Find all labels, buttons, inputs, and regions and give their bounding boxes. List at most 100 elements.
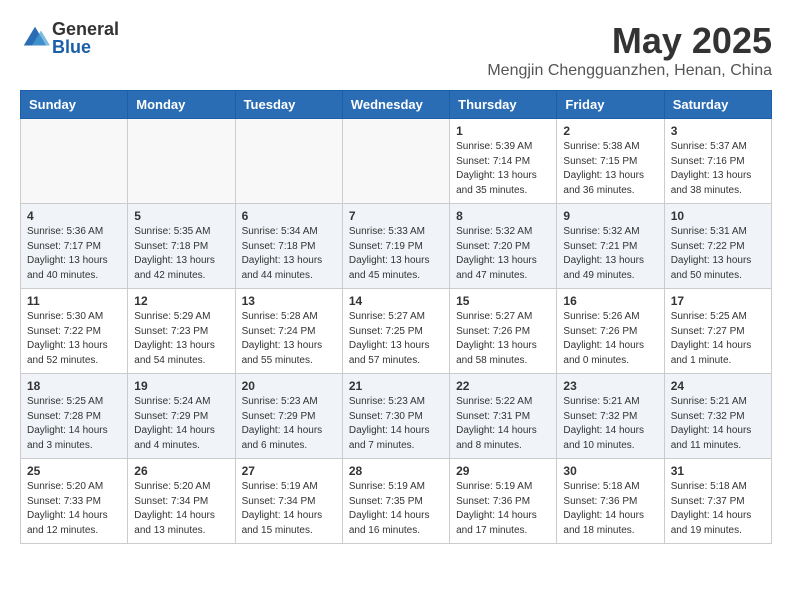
day-header-monday: Monday bbox=[128, 91, 235, 119]
day-cell: 10Sunrise: 5:31 AMSunset: 7:22 PMDayligh… bbox=[664, 204, 771, 289]
day-number: 9 bbox=[563, 209, 657, 223]
day-info: Sunrise: 5:18 AMSunset: 7:37 PMDaylight:… bbox=[671, 480, 765, 538]
day-info: Sunrise: 5:25 AMSunset: 7:28 PMDaylight:… bbox=[27, 395, 121, 453]
day-header-sunday: Sunday bbox=[21, 91, 128, 119]
day-cell bbox=[342, 119, 449, 204]
day-header-wednesday: Wednesday bbox=[342, 91, 449, 119]
day-number: 11 bbox=[27, 294, 121, 308]
day-cell bbox=[21, 119, 128, 204]
day-header-row: SundayMondayTuesdayWednesdayThursdayFrid… bbox=[21, 91, 772, 119]
day-cell: 20Sunrise: 5:23 AMSunset: 7:29 PMDayligh… bbox=[235, 374, 342, 459]
day-number: 7 bbox=[349, 209, 443, 223]
day-info: Sunrise: 5:26 AMSunset: 7:26 PMDaylight:… bbox=[563, 310, 657, 368]
day-cell: 13Sunrise: 5:28 AMSunset: 7:24 PMDayligh… bbox=[235, 289, 342, 374]
day-cell: 9 Sunrise: 5:32 AMSunset: 7:21 PMDaylight… bbox=[557, 204, 664, 289]
calendar-subtitle: Mengjin Chengguanzhen, Henan, China bbox=[487, 62, 772, 80]
week-row-1: 1 Sunrise: 5:39 AMSunset: 7:14 PMDaylight… bbox=[21, 119, 772, 204]
day-cell: 28Sunrise: 5:19 AMSunset: 7:35 PMDayligh… bbox=[342, 459, 449, 544]
day-number: 31 bbox=[671, 464, 765, 478]
day-number: 2 bbox=[563, 124, 657, 138]
day-info: Sunrise: 5:36 AMSunset: 7:17 PMDaylight:… bbox=[27, 225, 121, 283]
day-number: 12 bbox=[134, 294, 228, 308]
day-header-saturday: Saturday bbox=[664, 91, 771, 119]
day-cell: 5 Sunrise: 5:35 AMSunset: 7:18 PMDaylight… bbox=[128, 204, 235, 289]
day-number: 10 bbox=[671, 209, 765, 223]
calendar-body: 1 Sunrise: 5:39 AMSunset: 7:14 PMDaylight… bbox=[21, 119, 772, 544]
day-number: 30 bbox=[563, 464, 657, 478]
day-number: 21 bbox=[349, 379, 443, 393]
day-number: 14 bbox=[349, 294, 443, 308]
day-cell: 26Sunrise: 5:20 AMSunset: 7:34 PMDayligh… bbox=[128, 459, 235, 544]
calendar-title: May 2025 bbox=[487, 20, 772, 62]
day-info: Sunrise: 5:35 AMSunset: 7:18 PMDaylight:… bbox=[134, 225, 228, 283]
day-info: Sunrise: 5:28 AMSunset: 7:24 PMDaylight:… bbox=[242, 310, 336, 368]
page-header: General Blue May 2025 Mengjin Chengguanz… bbox=[20, 20, 772, 80]
logo: General Blue bbox=[20, 20, 119, 56]
day-cell: 31 Sunrise: 5:18 AMSunset: 7:37 PMDayligh… bbox=[664, 459, 771, 544]
day-number: 8 bbox=[456, 209, 550, 223]
day-info: Sunrise: 5:32 AMSunset: 7:21 PMDaylight:… bbox=[563, 225, 657, 283]
day-cell: 4Sunrise: 5:36 AMSunset: 7:17 PMDaylight… bbox=[21, 204, 128, 289]
day-info: Sunrise: 5:19 AMSunset: 7:34 PMDaylight:… bbox=[242, 480, 336, 538]
day-cell: 27 Sunrise: 5:19 AMSunset: 7:34 PMDayligh… bbox=[235, 459, 342, 544]
day-info: Sunrise: 5:37 AMSunset: 7:16 PMDaylight:… bbox=[671, 140, 765, 198]
logo-icon bbox=[20, 23, 50, 53]
day-info: Sunrise: 5:30 AMSunset: 7:22 PMDaylight:… bbox=[27, 310, 121, 368]
day-number: 22 bbox=[456, 379, 550, 393]
day-cell: 17Sunrise: 5:25 AMSunset: 7:27 PMDayligh… bbox=[664, 289, 771, 374]
day-info: Sunrise: 5:21 AMSunset: 7:32 PMDaylight:… bbox=[671, 395, 765, 453]
day-number: 1 bbox=[456, 124, 550, 138]
day-cell: 14 Sunrise: 5:27 AMSunset: 7:25 PMDayligh… bbox=[342, 289, 449, 374]
day-info: Sunrise: 5:39 AMSunset: 7:14 PMDaylight:… bbox=[456, 140, 550, 198]
day-number: 23 bbox=[563, 379, 657, 393]
day-number: 3 bbox=[671, 124, 765, 138]
day-cell: 18 Sunrise: 5:25 AMSunset: 7:28 PMDayligh… bbox=[21, 374, 128, 459]
day-cell: 7 Sunrise: 5:33 AMSunset: 7:19 PMDaylight… bbox=[342, 204, 449, 289]
day-info: Sunrise: 5:20 AMSunset: 7:33 PMDaylight:… bbox=[27, 480, 121, 538]
day-info: Sunrise: 5:19 AMSunset: 7:36 PMDaylight:… bbox=[456, 480, 550, 538]
day-cell: 24 Sunrise: 5:21 AMSunset: 7:32 PMDayligh… bbox=[664, 374, 771, 459]
day-number: 6 bbox=[242, 209, 336, 223]
week-row-2: 4Sunrise: 5:36 AMSunset: 7:17 PMDaylight… bbox=[21, 204, 772, 289]
day-info: Sunrise: 5:25 AMSunset: 7:27 PMDaylight:… bbox=[671, 310, 765, 368]
day-number: 29 bbox=[456, 464, 550, 478]
day-cell: 21 Sunrise: 5:23 AMSunset: 7:30 PMDayligh… bbox=[342, 374, 449, 459]
day-info: Sunrise: 5:21 AMSunset: 7:32 PMDaylight:… bbox=[563, 395, 657, 453]
week-row-3: 11 Sunrise: 5:30 AMSunset: 7:22 PMDayligh… bbox=[21, 289, 772, 374]
day-number: 25 bbox=[27, 464, 121, 478]
day-cell: 8 Sunrise: 5:32 AMSunset: 7:20 PMDaylight… bbox=[450, 204, 557, 289]
day-number: 18 bbox=[27, 379, 121, 393]
day-cell: 19Sunrise: 5:24 AMSunset: 7:29 PMDayligh… bbox=[128, 374, 235, 459]
logo-general: General bbox=[52, 20, 119, 38]
day-cell: 1 Sunrise: 5:39 AMSunset: 7:14 PMDaylight… bbox=[450, 119, 557, 204]
title-section: May 2025 Mengjin Chengguanzhen, Henan, C… bbox=[487, 20, 772, 80]
day-number: 5 bbox=[134, 209, 228, 223]
day-number: 15 bbox=[456, 294, 550, 308]
day-number: 27 bbox=[242, 464, 336, 478]
day-info: Sunrise: 5:38 AMSunset: 7:15 PMDaylight:… bbox=[563, 140, 657, 198]
day-cell bbox=[128, 119, 235, 204]
day-cell: 16Sunrise: 5:26 AMSunset: 7:26 PMDayligh… bbox=[557, 289, 664, 374]
day-cell: 29 Sunrise: 5:19 AMSunset: 7:36 PMDayligh… bbox=[450, 459, 557, 544]
calendar-table: SundayMondayTuesdayWednesdayThursdayFrid… bbox=[20, 90, 772, 544]
day-info: Sunrise: 5:32 AMSunset: 7:20 PMDaylight:… bbox=[456, 225, 550, 283]
day-cell: 12Sunrise: 5:29 AMSunset: 7:23 PMDayligh… bbox=[128, 289, 235, 374]
day-cell: 30Sunrise: 5:18 AMSunset: 7:36 PMDayligh… bbox=[557, 459, 664, 544]
week-row-5: 25 Sunrise: 5:20 AMSunset: 7:33 PMDayligh… bbox=[21, 459, 772, 544]
day-cell bbox=[235, 119, 342, 204]
day-info: Sunrise: 5:34 AMSunset: 7:18 PMDaylight:… bbox=[242, 225, 336, 283]
day-number: 20 bbox=[242, 379, 336, 393]
day-cell: 2 Sunrise: 5:38 AMSunset: 7:15 PMDaylight… bbox=[557, 119, 664, 204]
day-info: Sunrise: 5:27 AMSunset: 7:26 PMDaylight:… bbox=[456, 310, 550, 368]
day-info: Sunrise: 5:22 AMSunset: 7:31 PMDaylight:… bbox=[456, 395, 550, 453]
day-cell: 3 Sunrise: 5:37 AMSunset: 7:16 PMDaylight… bbox=[664, 119, 771, 204]
calendar-header: SundayMondayTuesdayWednesdayThursdayFrid… bbox=[21, 91, 772, 119]
day-cell: 25 Sunrise: 5:20 AMSunset: 7:33 PMDayligh… bbox=[21, 459, 128, 544]
day-info: Sunrise: 5:33 AMSunset: 7:19 PMDaylight:… bbox=[349, 225, 443, 283]
logo-blue: Blue bbox=[52, 38, 119, 56]
day-cell: 11 Sunrise: 5:30 AMSunset: 7:22 PMDayligh… bbox=[21, 289, 128, 374]
day-info: Sunrise: 5:23 AMSunset: 7:30 PMDaylight:… bbox=[349, 395, 443, 453]
day-number: 24 bbox=[671, 379, 765, 393]
day-cell: 23 Sunrise: 5:21 AMSunset: 7:32 PMDayligh… bbox=[557, 374, 664, 459]
day-info: Sunrise: 5:27 AMSunset: 7:25 PMDaylight:… bbox=[349, 310, 443, 368]
